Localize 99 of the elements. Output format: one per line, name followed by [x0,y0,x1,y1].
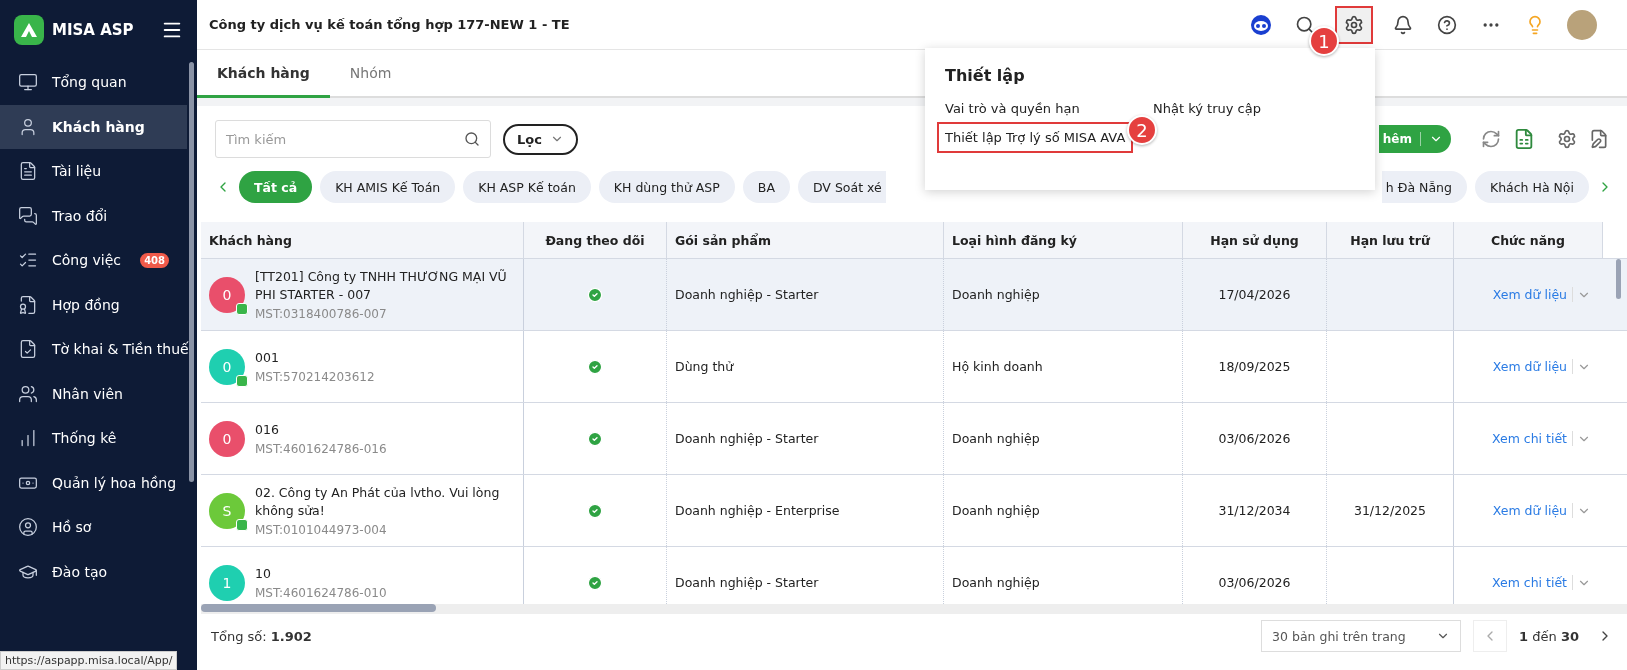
sidebar-item[interactable]: Công việc 408 [0,238,187,283]
search-icon [464,131,480,147]
customer-name: 001 [255,348,280,367]
app-badge-icon [236,518,248,531]
filter-chip[interactable]: KH AMIS Kế Toán [320,171,456,203]
menu-item[interactable]: Vai trò và quyền hạn [939,95,1086,122]
customer-avatar: 1 [209,564,245,601]
company-name: Công ty dịch vụ kế toán tổng hợp 177-NEW 1 - TE [209,17,571,32]
settings-icon[interactable] [1337,7,1371,42]
table-row[interactable]: S 02. Công ty An Phát của lvtho. Vui lòng không sửa! MST:0101044973-004 Doanh nghiệp - Enterprise Doanh nghiệp 31/12/2034 31/12/2025 Xem dữ liệu [201,475,1627,547]
filter-chip[interactable]: DV Soát xé [797,171,886,203]
table-cell: Doanh nghiệp - Starter [675,431,819,446]
view-link[interactable]: Xem dữ liệu [1492,359,1573,374]
view-link[interactable]: Xem dữ liệu [1492,287,1573,302]
customer-avatar: 0 [209,276,245,313]
spreadsheet-icon[interactable] [1513,128,1535,150]
sidebar-item[interactable]: Tài liệu [0,149,187,194]
tax-id: MST:4601624786-010 [255,586,387,601]
column-header: Khách hàng [201,222,524,258]
page-size-select[interactable]: 30 bản ghi trên trang [1261,620,1462,652]
customer-avatar: 0 [209,348,245,385]
scrollbar[interactable] [1616,259,1621,299]
sidebar-item[interactable]: Tổng quan [0,60,187,105]
filter-chip[interactable]: KH dùng thử ASP [598,171,735,203]
customer-name: 02. Công ty An Phát của lvtho. Vui lòng không sửa! [255,483,501,520]
column-header: Gói sản phẩm [667,222,944,258]
sidebar-item[interactable]: Trao đổi [0,193,187,238]
scrollbar[interactable] [189,62,194,482]
user-circle-icon [18,517,38,538]
customer-avatar: S [209,492,245,529]
table-cell: Doanh nghiệp - Enterprise [675,503,840,518]
filter-button[interactable]: Lọc [503,123,578,155]
table-cell: Doanh nghiệp - Starter [675,287,819,302]
menu-title: Thiết lập [945,66,1026,85]
customer-name: 10 [255,564,272,583]
chat-icon [18,205,38,226]
table-cell: Doanh nghiệp - Starter [675,575,819,590]
view-link[interactable]: Xem chi tiết [1491,575,1573,590]
column-header: Hạn lưu trữ [1327,222,1454,258]
tab[interactable]: Nhóm [329,65,412,98]
sidebar-item[interactable]: Hồ sơ [0,505,187,550]
customer-name: [TT201] Công ty TNHH THƯƠNG MẠI VŨ PHI STARTER - 007 [255,267,508,304]
logo-text: MISA ASP [52,21,135,39]
sidebar-item[interactable]: Hợp đồng [0,282,187,327]
document-icon [18,161,38,182]
table-cell: Hộ kinh doanh [952,359,1043,374]
filter-chip[interactable]: BA [742,171,790,203]
filter-chip[interactable]: Khách Hà Nội [1474,171,1589,203]
user-avatar[interactable] [1567,9,1597,40]
edit-document-icon[interactable] [1589,129,1609,149]
table-cell: 31/12/2034 [1218,503,1291,518]
table-row[interactable]: 0 [TT201] Công ty TNHH THƯƠNG MẠI VŨ PHI STARTER - 007 MST:0318400786-007 Doanh nghiệp - Starter Doanh nghiệp 17/04/2026 Xem dữ liệu [201,259,1627,331]
table-row[interactable]: 0 001 MST:570214203612 Dùng thử Hộ kinh doanh 18/09/2025 Xem dữ liệu [201,331,1627,403]
table-row[interactable]: 0 016 MST:4601624786-016 Doanh nghiệp - Starter Doanh nghiệp 03/06/2026 Xem chi tiết [201,403,1627,475]
sidebar-item[interactable]: Quản lý hoa hồng [0,460,187,505]
sidebar-item[interactable]: Đào tạo [0,549,187,594]
settings-icon[interactable] [1557,129,1577,149]
sidebar-item[interactable]: Tờ khai & Tiền thuế [0,327,187,372]
file-check-icon [18,339,38,360]
sidebar-item[interactable]: Thống kê [0,416,187,461]
refresh-icon[interactable] [1481,129,1501,149]
link-preview: https://aspapp.misa.local/App/ [0,651,178,670]
tax-id: MST:570214203612 [255,370,375,385]
filter-chip[interactable]: KH ASP Kế toán [463,171,591,203]
column-header: Loại hình đăng ký [944,222,1183,258]
total-count: Tổng số: 1.902 [211,628,313,644]
robot-icon[interactable] [1249,12,1273,37]
tax-id: MST:4601624786-016 [255,442,387,457]
app-badge-icon [236,302,248,315]
count-badge: 408 [140,252,169,268]
logo-icon [14,15,44,45]
table-cell: 31/12/2025 [1353,503,1426,518]
sidebar-item[interactable]: Nhân viên [0,371,187,416]
sidebar-item[interactable]: Khách hàng [0,104,187,149]
table-cell: Doanh nghiệp [952,287,1040,302]
scrollbar[interactable] [201,604,436,612]
table-cell: Doanh nghiệp [952,431,1040,446]
table-cell: 18/09/2025 [1218,359,1291,374]
customer-avatar: 0 [209,420,245,457]
table-cell: 17/04/2026 [1218,287,1291,302]
column-header: Hạn sử dụng [1183,222,1327,258]
table-cell: 03/06/2026 [1218,575,1291,590]
filter-chip[interactable]: h Đà Nẵng [1381,171,1467,203]
table-cell: Dùng thử [675,359,734,374]
table-cell: 03/06/2026 [1218,431,1291,446]
column-header: Chức năng [1454,222,1603,258]
monitor-icon [18,72,38,93]
tax-id: MST:0101044973-004 [255,523,388,538]
table-cell: Doanh nghiệp [952,575,1040,590]
view-link[interactable]: Xem chi tiết [1491,431,1573,446]
tax-id: MST:0318400786-007 [255,307,388,322]
users-icon [18,383,38,404]
column-header: Đang theo dõi [524,222,667,258]
view-link[interactable]: Xem dữ liệu [1492,503,1573,518]
app-badge-icon [236,374,248,387]
customer-name: 016 [255,420,280,439]
page-range: 1 đến 30 [1519,628,1579,644]
table-cell: Doanh nghiệp [952,503,1040,518]
certificate-icon [18,294,38,315]
